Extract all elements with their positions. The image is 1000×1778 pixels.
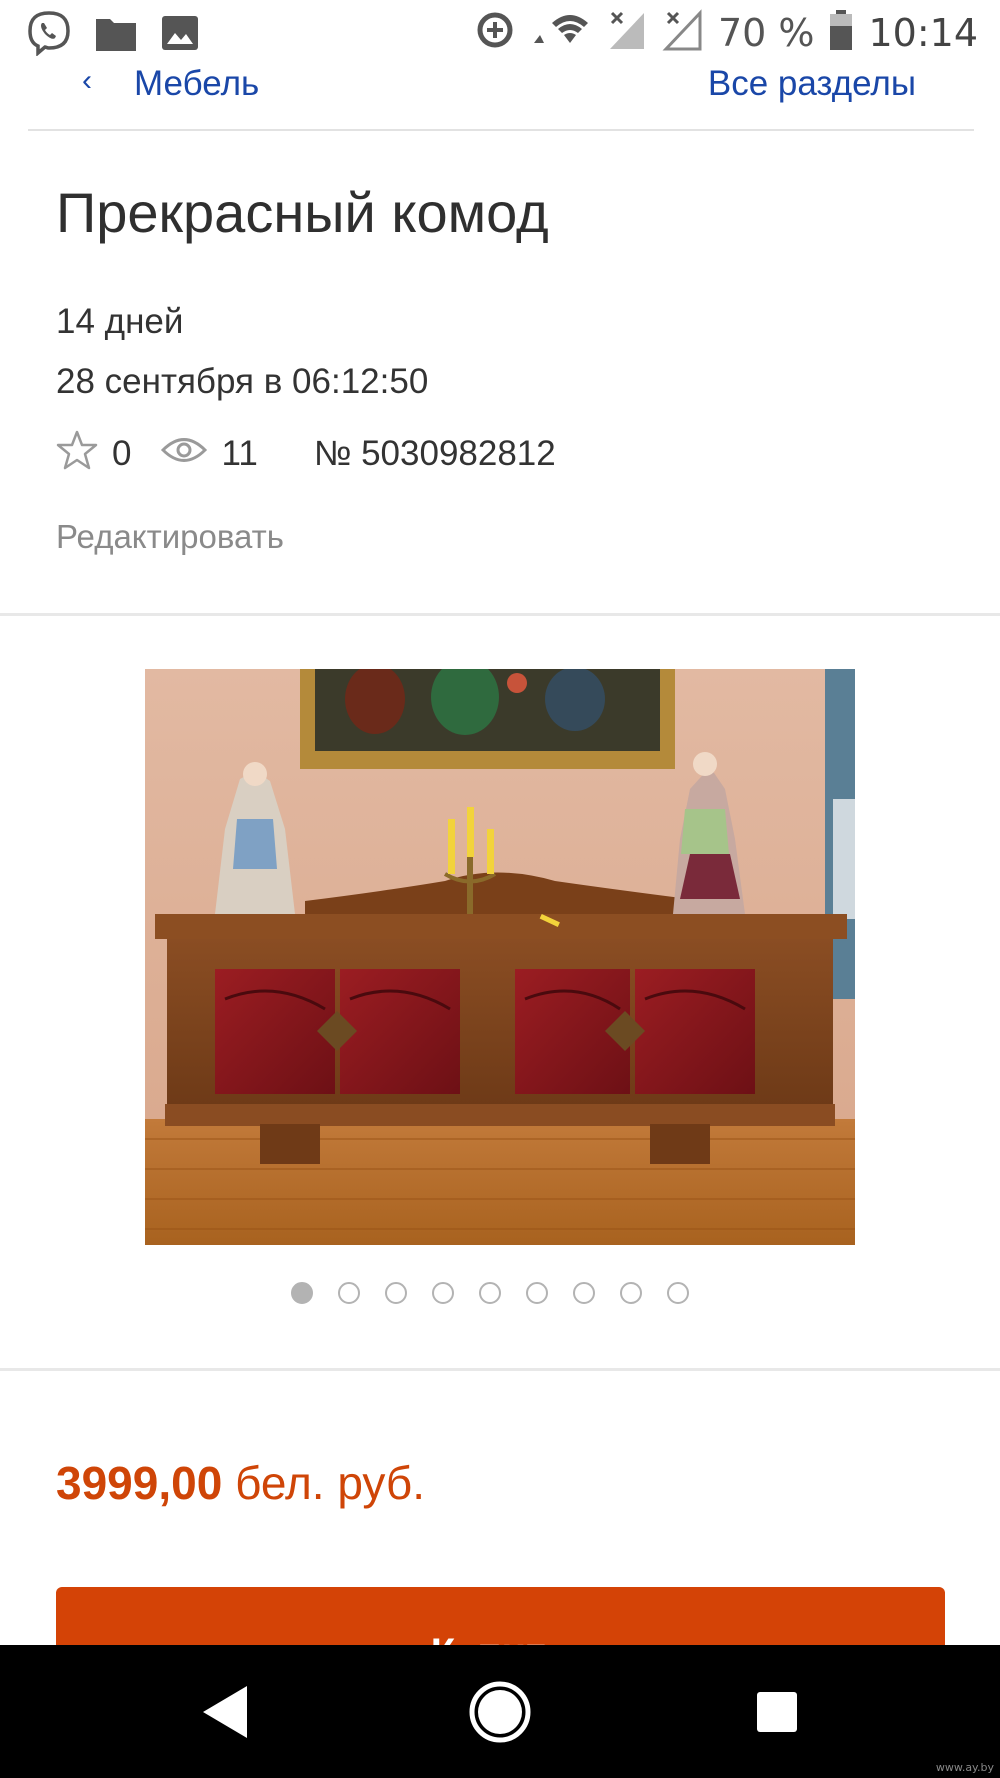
home-nav-button[interactable] — [455, 1645, 545, 1778]
lot-title: Прекрасный комод — [56, 181, 549, 244]
clock: 10:14 — [868, 10, 978, 55]
recents-nav-button[interactable] — [732, 1645, 822, 1778]
home-circle-icon — [469, 1681, 531, 1742]
gallery-dot-7[interactable] — [573, 1282, 595, 1304]
gallery-dot-9[interactable] — [667, 1282, 689, 1304]
wifi-icon — [530, 9, 592, 56]
lot-number: № 5030982812 — [313, 434, 556, 473]
back-chevron-icon[interactable]: ‹ — [82, 64, 92, 98]
viber-icon — [26, 10, 72, 61]
gallery-dot-3[interactable] — [385, 1282, 407, 1304]
category-link[interactable]: Мебель — [134, 64, 259, 104]
favorites-count: 0 — [112, 434, 132, 473]
back-triangle-icon — [203, 1685, 247, 1738]
all-sections-link[interactable]: Все разделы — [708, 64, 916, 104]
recents-square-icon — [757, 1691, 797, 1732]
gallery-dot-2[interactable] — [338, 1282, 360, 1304]
section-divider-2 — [0, 1368, 1000, 1371]
back-nav-button[interactable] — [180, 1645, 270, 1778]
battery-icon — [828, 8, 854, 57]
gallery-dot-6[interactable] — [526, 1282, 548, 1304]
data-saver-icon — [474, 9, 516, 56]
price-amount: 3999,00 — [56, 1457, 223, 1509]
gallery-dot-8[interactable] — [620, 1282, 642, 1304]
gallery-dot-5[interactable] — [479, 1282, 501, 1304]
folder-icon — [94, 13, 138, 58]
section-divider — [0, 613, 1000, 616]
gallery-dot-4[interactable] — [432, 1282, 454, 1304]
views-count: 11 — [221, 434, 258, 473]
battery-percent: 70 % — [717, 10, 815, 55]
lot-photo[interactable] — [145, 669, 855, 1245]
watermark: www.ay.by — [935, 1761, 994, 1774]
breadcrumb: ‹ Мебель Все разделы — [0, 62, 1000, 130]
price-currency: бел. руб. — [235, 1457, 426, 1509]
signal-icon-2 — [662, 9, 704, 56]
lot-duration: 14 дней — [56, 302, 184, 341]
price: 3999,00 бел. руб. — [56, 1456, 425, 1510]
eye-icon — [161, 434, 208, 474]
system-nav-bar: www.ay.by — [0, 1645, 1000, 1778]
status-bar: 70 % 10:14 — [0, 0, 1000, 70]
nav-divider — [28, 129, 974, 131]
gallery-dot-1[interactable] — [291, 1282, 313, 1304]
lot-stats: 0 11 № 5030982812 — [56, 430, 556, 476]
star-icon[interactable] — [56, 429, 98, 480]
lot-date: 28 сентября в 06:12:50 — [56, 362, 429, 401]
image-icon — [160, 13, 200, 58]
edit-link[interactable]: Редактировать — [56, 518, 284, 556]
gallery-pagination — [291, 1282, 689, 1304]
signal-icon — [606, 9, 648, 56]
